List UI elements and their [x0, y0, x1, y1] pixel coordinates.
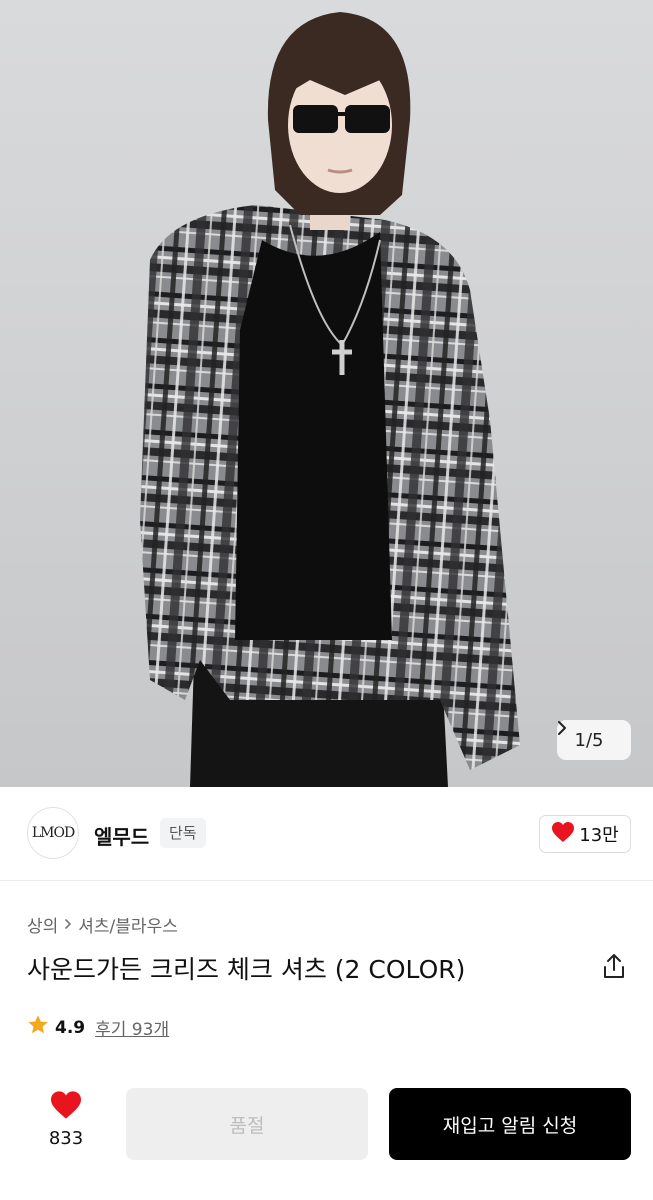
restock-notify-button[interactable]: 재입고 알림 신청 — [389, 1088, 631, 1160]
image-counter-text: 1/5 — [574, 729, 604, 751]
brand-logo[interactable]: LMOD — [27, 807, 79, 859]
share-icon — [602, 953, 626, 983]
reviews-link[interactable]: 후기 93개 — [95, 1015, 169, 1040]
brand-logo-text: LMOD — [31, 825, 75, 841]
product-page: 1/5 LMOD 엘무드 단독 13만 상의 셔츠/블라우스 사운드가든 크리즈… — [0, 0, 653, 1200]
breadcrumb: 상의 셔츠/블라우스 — [27, 912, 178, 937]
rating-summary: 4.9 후기 93개 — [27, 1014, 169, 1041]
wishlist-button[interactable]: 833 — [36, 1090, 96, 1156]
product-image[interactable]: 1/5 — [0, 0, 653, 787]
brand-name[interactable]: 엘무드 — [94, 821, 149, 850]
rating-score: 4.9 — [55, 1017, 86, 1038]
star-icon — [27, 1014, 49, 1041]
chevron-right-icon — [64, 916, 72, 934]
wishlist-count: 833 — [48, 1128, 84, 1149]
exclusive-badge: 단독 — [160, 818, 206, 848]
brand-row: LMOD 엘무드 단독 13만 — [0, 787, 653, 881]
model-photo — [140, 12, 520, 787]
sold-out-button[interactable]: 품절 — [126, 1088, 368, 1160]
heart-icon — [49, 1090, 83, 1124]
share-button[interactable] — [598, 952, 630, 984]
breadcrumb-item-category[interactable]: 상의 — [27, 912, 58, 937]
brand-like-button[interactable]: 13만 — [539, 815, 631, 853]
brand-like-count: 13만 — [579, 825, 619, 846]
product-title: 사운드가든 크리즈 체크 셔츠 (2 COLOR) — [27, 955, 466, 984]
breadcrumb-item-subcategory[interactable]: 셔츠/블라우스 — [78, 912, 178, 937]
heart-icon — [551, 821, 575, 848]
image-counter[interactable]: 1/5 — [557, 720, 631, 760]
